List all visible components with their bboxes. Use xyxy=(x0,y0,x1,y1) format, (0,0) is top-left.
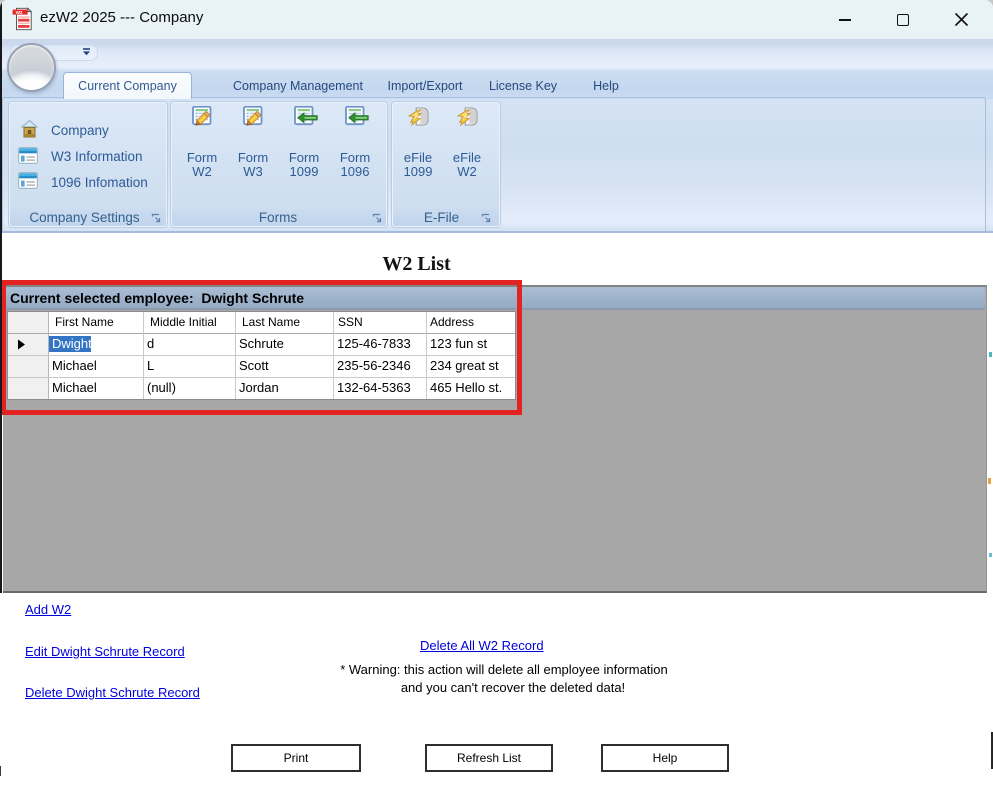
svg-text:W2: W2 xyxy=(16,10,23,15)
